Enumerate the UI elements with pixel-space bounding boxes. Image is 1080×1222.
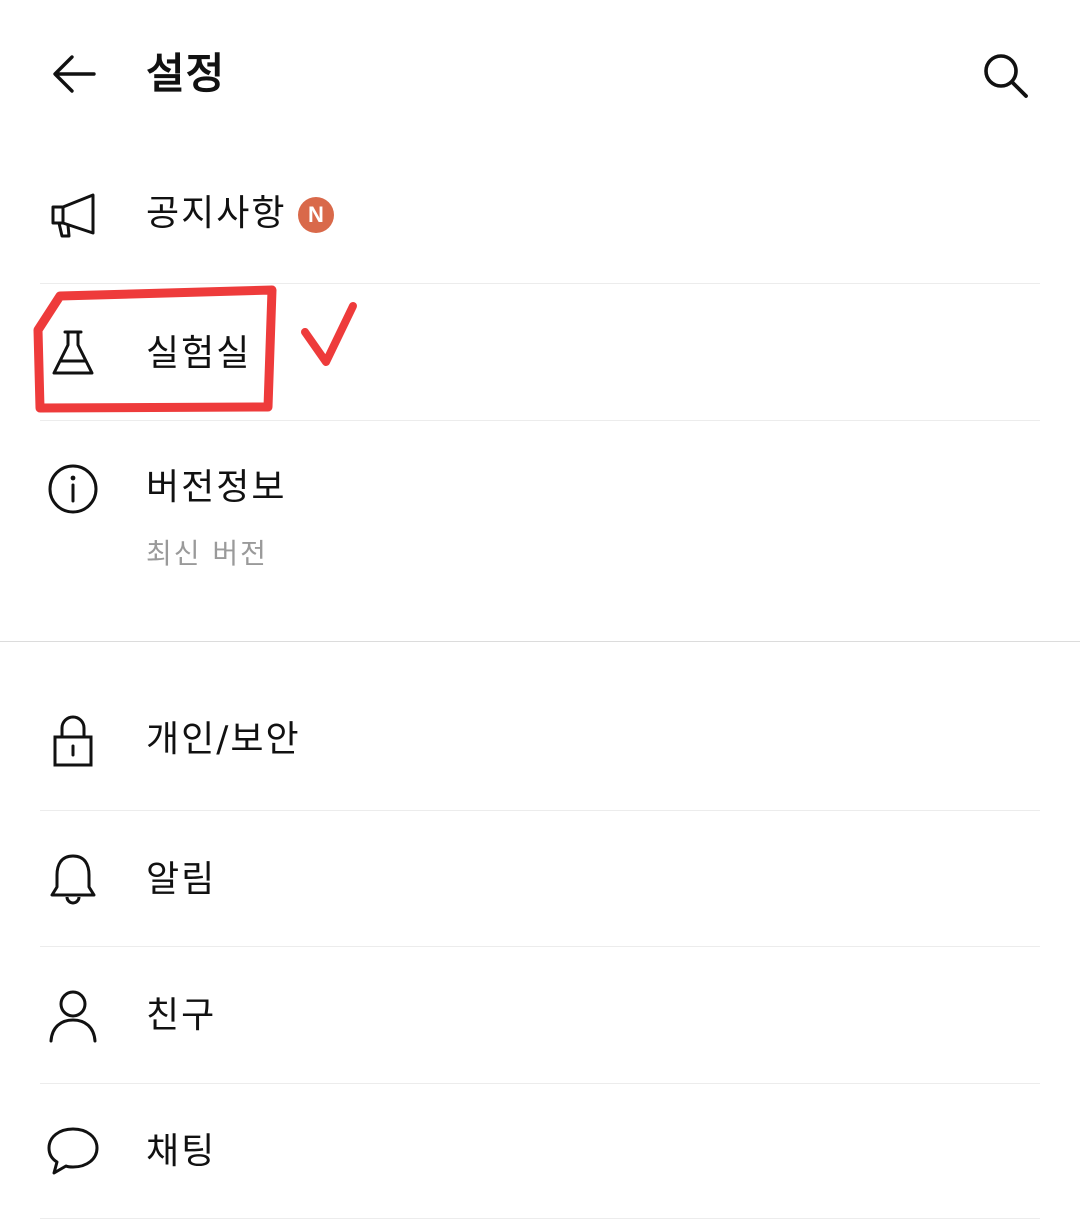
back-button[interactable] (44, 44, 104, 104)
menu-item-label: 친구 (146, 995, 217, 1036)
divider (40, 1083, 1040, 1084)
menu-item-label: 공지사항 (146, 193, 287, 234)
lock-icon (42, 710, 104, 772)
person-icon (42, 984, 104, 1046)
app-header: 설정 (0, 0, 1080, 150)
version-status: 최신 버전 (146, 537, 268, 570)
menu-item-label: 버전정보 (146, 467, 287, 508)
new-badge: N (298, 197, 334, 233)
menu-item-chat[interactable]: 채팅 (0, 1118, 1080, 1188)
section-divider (0, 641, 1080, 642)
divider (40, 420, 1040, 421)
info-icon (42, 458, 104, 520)
menu-item-label: 알림 (146, 859, 217, 900)
menu-item-version[interactable]: 버전정보 최신 버전 (0, 456, 1080, 586)
menu-item-friends[interactable]: 친구 (0, 980, 1080, 1050)
menu-item-lab[interactable]: 실험실 (0, 318, 1080, 388)
menu-item-privacy[interactable]: 개인/보안 (0, 706, 1080, 776)
arrow-left-icon (53, 55, 96, 93)
page-title: 설정 (146, 49, 226, 98)
search-icon (984, 54, 1028, 98)
divider (40, 1218, 1040, 1219)
search-button[interactable] (974, 44, 1038, 108)
menu-item-notifications[interactable]: 알림 (0, 844, 1080, 914)
flask-icon (42, 322, 104, 384)
divider (40, 283, 1040, 284)
divider (40, 946, 1040, 947)
megaphone-icon (42, 184, 104, 246)
menu-item-notice[interactable]: 공지사항 (0, 180, 1080, 250)
menu-item-label: 개인/보안 (146, 719, 301, 760)
divider (40, 810, 1040, 811)
bell-icon (42, 848, 104, 910)
menu-item-label: 실험실 (146, 333, 252, 374)
chat-bubble-icon (42, 1120, 104, 1182)
menu-item-label: 채팅 (146, 1131, 217, 1172)
